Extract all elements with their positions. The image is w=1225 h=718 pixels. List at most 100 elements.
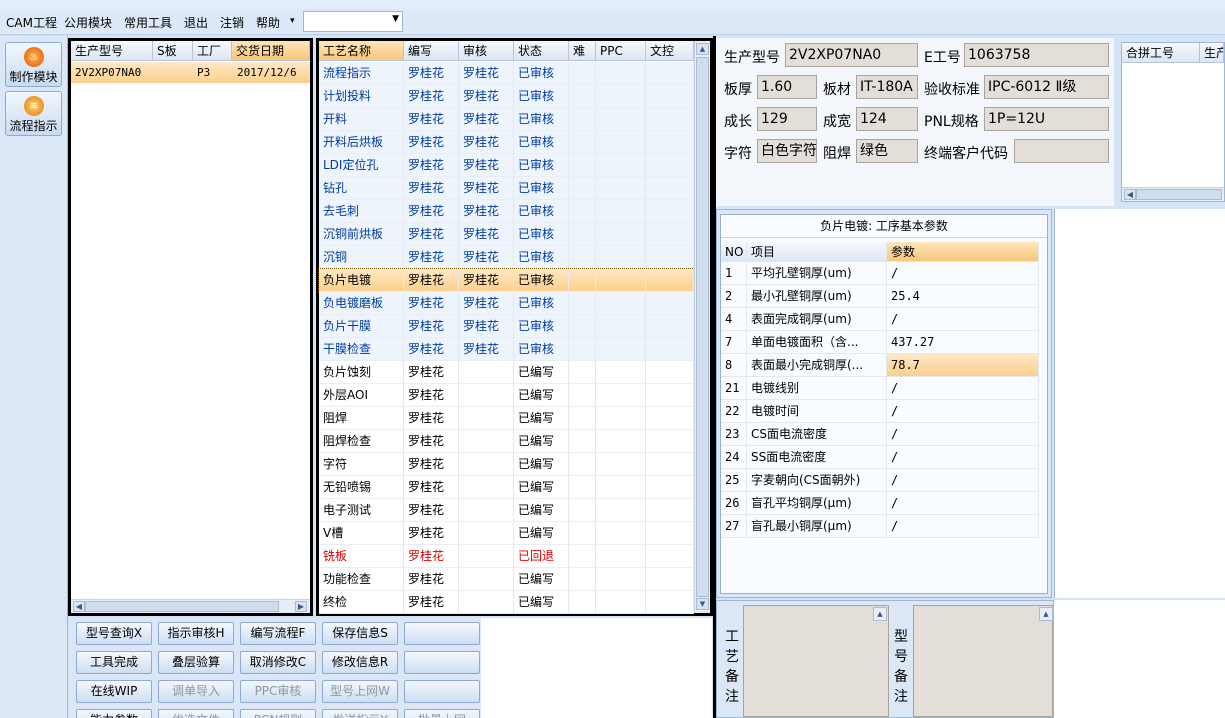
table-row[interactable]: 流程指示 罗桂花 罗桂花 已审核 [319,62,694,85]
menu-exit[interactable]: 退出 [184,14,208,31]
col-header-item[interactable]: 项目 [747,242,887,262]
table-row[interactable]: 负电镀磨板 罗桂花 罗桂花 已审核 [319,292,694,315]
table-row[interactable]: 26 盲孔平均铜厚(μm) / [721,492,1047,515]
action-button-3-0[interactable]: 能力参数 [76,709,152,718]
vertical-scrollbar[interactable]: ▲ ▼ [694,41,710,613]
scroll-thumb[interactable] [85,601,279,612]
table-row[interactable]: 22 电镀时间 / [721,400,1047,423]
eno-field[interactable]: 1063758 [964,43,1109,67]
length-field[interactable]: 129 [757,107,817,131]
action-button-1-3[interactable]: 修改信息R [322,651,398,674]
table-row[interactable]: 铣板 罗桂花 已回退 [319,545,694,568]
action-button-0-1[interactable]: 指示审核H [158,622,234,645]
col-header-factory[interactable]: 工厂 [193,41,232,61]
help-dropdown-arrow-icon[interactable]: ▾ [290,16,295,26]
make-module-button[interactable]: ♨ 制作模块 [5,42,62,87]
col-header-reviewer[interactable]: 审核 [459,41,514,61]
action-button-0-3[interactable]: 保存信息S [322,622,398,645]
enduser-field[interactable] [1014,139,1109,163]
action-button-1-0[interactable]: 工具完成 [76,651,152,674]
table-row[interactable]: 负片干膜 罗桂花 罗桂花 已审核 [319,315,694,338]
model-field[interactable]: 2V2XP07NA0 [785,43,918,67]
pnl-field[interactable]: 1P=12U [984,107,1109,131]
action-button-3-1[interactable]: 优选文件 [158,709,234,718]
col-header-doc-control[interactable]: 文控 [646,41,694,61]
col-header-merge-job[interactable]: 合拼工号 [1122,43,1200,63]
col-header-step-name[interactable]: 工艺名称 [319,41,404,61]
blank-action-button[interactable] [404,622,480,645]
action-button-3-3[interactable]: 发送指示Y [322,709,398,718]
process-guide-button[interactable]: ≋ 流程指示 [5,91,62,136]
action-button-0-0[interactable]: 型号查询X [76,622,152,645]
col-header-difficulty[interactable]: 难 [569,41,596,61]
table-row[interactable]: 7 单面电镀面积（含... 437.27 [721,331,1047,354]
table-row[interactable]: 负片电镀 罗桂花 罗桂花 已审核 [318,268,695,293]
col-header-no[interactable]: NO [721,242,747,262]
horizontal-scrollbar[interactable]: ◀ ▶ [71,599,310,613]
action-button-1-1[interactable]: 叠层验算 [158,651,234,674]
action-button-2-1[interactable]: 调单导入 [158,680,234,703]
col-header-status[interactable]: 状态 [514,41,569,61]
table-row[interactable]: 开料 罗桂花 罗桂花 已审核 [319,108,694,131]
table-row[interactable]: 2V2XP07NA0 P3 2017/12/6 [71,62,310,83]
table-row[interactable]: 8 表面最小完成铜厚(... 78.7 [721,354,1047,377]
menu-logout[interactable]: 注销 [220,14,244,31]
scroll-right-icon[interactable]: ▶ [295,601,307,612]
table-row[interactable]: 负片蚀刻 罗桂花 已编写 [319,361,694,384]
table-row[interactable]: 钻孔 罗桂花 罗桂花 已审核 [319,177,694,200]
menu-help[interactable]: 帮助 [256,14,280,31]
model-remark-box[interactable] [913,605,1053,717]
action-button-2-3[interactable]: 型号上网W [322,680,398,703]
col-header-model[interactable]: 生产型号 [71,41,153,61]
col-header-s-board[interactable]: S板 [153,41,193,61]
table-row[interactable]: 沉铜前烘板 罗桂花 罗桂花 已审核 [319,223,694,246]
table-row[interactable]: 4 表面完成铜厚(um) / [721,308,1047,331]
scroll-left-icon[interactable]: ◀ [73,601,85,612]
standard-field[interactable]: IPC-6012 Ⅱ级 [984,75,1109,99]
col-header-production[interactable]: 生产 [1200,43,1224,63]
table-row[interactable]: 去毛刺 罗桂花 罗桂花 已审核 [319,200,694,223]
table-row[interactable]: 开料后烘板 罗桂花 罗桂花 已审核 [319,131,694,154]
table-row[interactable]: 沉铜 罗桂花 罗桂花 已审核 [319,246,694,269]
action-button-0-2[interactable]: 编写流程F [240,622,316,645]
table-row[interactable]: 终检 罗桂花 已编写 [319,591,694,614]
table-row[interactable]: 功能检查 罗桂花 已编写 [319,568,694,591]
table-row[interactable]: 计划投料 罗桂花 罗桂花 已审核 [319,85,694,108]
scroll-thumb[interactable] [1136,189,1222,200]
blank-action-button[interactable] [404,680,480,703]
table-row[interactable]: 27 盲孔最小铜厚(μm) / [721,515,1047,538]
scroll-up-icon[interactable]: ▲ [873,607,887,621]
table-row[interactable]: V槽 罗桂花 已编写 [319,522,694,545]
width-field[interactable]: 124 [856,107,918,131]
blank-action-button[interactable] [404,651,480,674]
merge-horizontal-scrollbar[interactable]: ◀ [1122,187,1224,201]
thickness-field[interactable]: 1.60 [757,75,817,99]
table-row[interactable]: 2 最小孔壁铜厚(um) 25.4 [721,285,1047,308]
table-row[interactable]: 干膜检查 罗桂花 罗桂花 已审核 [319,338,694,361]
table-row[interactable]: 无铅喷锡 罗桂花 已编写 [319,476,694,499]
material-field[interactable]: IT-180A [856,75,918,99]
table-row[interactable]: LDI定位孔 罗桂花 罗桂花 已审核 [319,154,694,177]
table-row[interactable]: 电子测试 罗桂花 已编写 [319,499,694,522]
col-header-ppc[interactable]: PPC [596,41,646,61]
action-button-1-2[interactable]: 取消修改C [240,651,316,674]
scroll-down-icon[interactable]: ▼ [696,598,709,610]
col-header-writer[interactable]: 编写 [404,41,459,61]
scroll-left-icon[interactable]: ◀ [1124,189,1136,200]
table-row[interactable]: 23 CS面电流密度 / [721,423,1047,446]
action-button-2-2[interactable]: PPC审核 [240,680,316,703]
table-row[interactable]: 25 字麦朝向(CS面朝外) / [721,469,1047,492]
table-row[interactable]: 阻焊检查 罗桂花 已编写 [319,430,694,453]
menu-common-module[interactable]: 公用模块 [64,14,112,31]
menu-common-tools[interactable]: 常用工具 [124,14,172,31]
action-button-3-2[interactable]: PCN规则 [240,709,316,718]
module-select[interactable]: ▼ [303,11,403,32]
col-header-value[interactable]: 参数 [887,242,1039,262]
table-row[interactable]: 1 平均孔壁铜厚(um) / [721,262,1047,285]
action-button-3-4[interactable]: 批量上网 [404,709,480,718]
action-button-2-0[interactable]: 在线WIP [76,680,152,703]
mask-field[interactable]: 绿色 [856,139,918,163]
table-row[interactable]: 外层AOI 罗桂花 已编写 [319,384,694,407]
process-remark-box[interactable] [743,605,889,717]
scroll-up-icon[interactable]: ▲ [1039,607,1053,621]
